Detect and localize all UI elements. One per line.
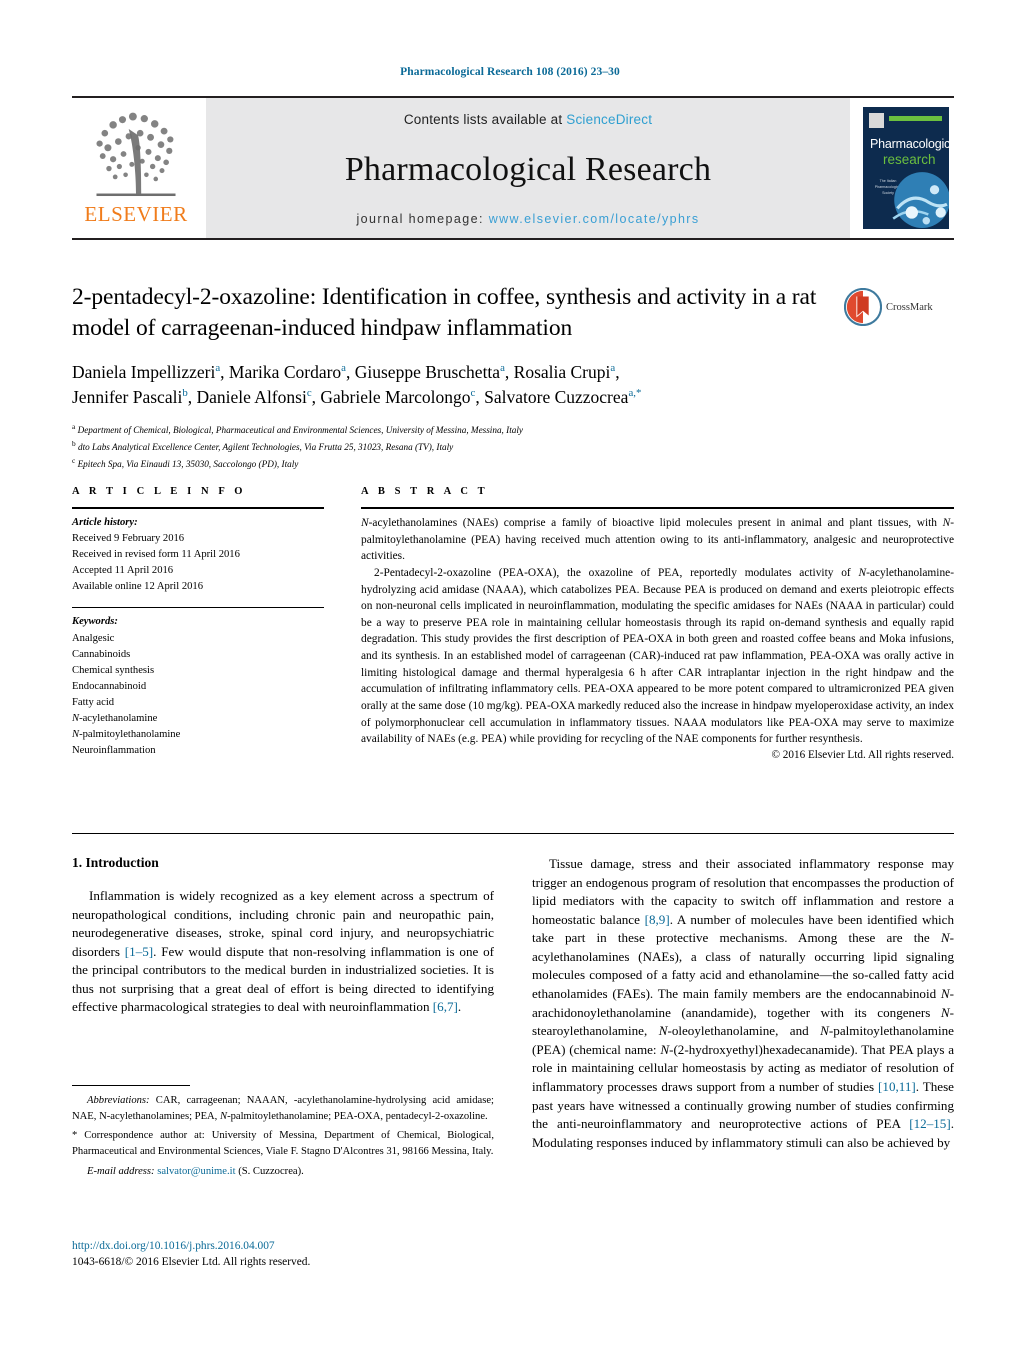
- journal-homepage-link[interactable]: www.elsevier.com/locate/yphrs: [489, 212, 700, 226]
- keyword-item: Analgesic: [72, 632, 115, 644]
- title-zone: 2-pentadecyl-2-oxazoline: Identification…: [72, 282, 954, 472]
- body-column-right: Tissue damage, stress and their associat…: [532, 855, 954, 1152]
- keyword-item: N-acylethanolamine: [72, 713, 158, 725]
- email-link[interactable]: salvator@unime.it: [157, 1166, 235, 1177]
- journal-cover-thumbnail[interactable]: Pharmacological research The Italian Pha…: [863, 107, 949, 229]
- crossmark-label: CrossMark: [886, 301, 933, 313]
- keyword-item: N-palmitoylethanolamine: [72, 729, 181, 741]
- abstract-paragraph: 2-Pentadecyl-2-oxazoline (PEA-OXA), the …: [361, 566, 954, 746]
- journal-homepage-line: journal homepage: www.elsevier.com/locat…: [356, 212, 699, 226]
- body-paragraph: Inflammation is widely recognized as a k…: [72, 888, 494, 1015]
- abstract-paragraph: N-acylethanolamines (NAEs) comprise a fa…: [361, 517, 954, 563]
- body-paragraph: Tissue damage, stress and their associat…: [532, 856, 955, 1150]
- journal-band: Contents lists available at ScienceDirec…: [206, 98, 850, 238]
- keyword-item: Fatty acid: [72, 696, 115, 708]
- abstract-body: N-acylethanolamines (NAEs) comprise a fa…: [361, 515, 954, 748]
- article-history-block: Article history: Received 9 February 201…: [72, 515, 324, 595]
- cover-title-line1: Pharmacological: [870, 137, 949, 151]
- journal-title: Pharmacological Research: [344, 150, 712, 188]
- elsevier-logo: ELSEVIER: [72, 98, 200, 238]
- article-info-column: A R T I C L E I N F O Article history: R…: [72, 486, 324, 761]
- history-item: Received in revised form 11 April 2016: [72, 549, 240, 561]
- elsevier-tree-icon: [96, 112, 176, 197]
- affiliation-list: a Department of Chemical, Biological, Ph…: [72, 421, 954, 472]
- keyword-item: Chemical synthesis: [72, 664, 155, 676]
- abstract-copyright: © 2016 Elsevier Ltd. All rights reserved…: [771, 748, 955, 761]
- running-head: Pharmacological Research 108 (2016) 23–3…: [400, 66, 620, 78]
- elsevier-wordmark: ELSEVIER: [84, 202, 188, 226]
- abstract-heading: A B S T R A C T: [361, 486, 489, 497]
- keyword-item: Endocannabinoid: [72, 680, 147, 692]
- history-item: Accepted 11 April 2016: [72, 565, 174, 577]
- contents-list-line: Contents lists available at ScienceDirec…: [404, 112, 652, 127]
- section-divider: [72, 833, 954, 834]
- keywords-rule: [72, 607, 324, 609]
- affiliation-b: b dto Labs Analytical Excellence Center,…: [72, 438, 454, 452]
- history-item: Available online 12 April 2016: [72, 581, 204, 593]
- article-info-heading: A R T I C L E I N F O: [72, 486, 247, 497]
- footer-block: http://dx.doi.org/10.1016/j.phrs.2016.04…: [72, 1238, 512, 1270]
- affiliation-c: c Epitech Spa, Via Einaudi 13, 35030, Sa…: [72, 455, 299, 469]
- keyword-item: Cannabinoids: [72, 648, 131, 660]
- footnote-email: E-mail address: salvator@unime.it (S. Cu…: [72, 1164, 494, 1180]
- homepage-prefix: journal homepage:: [356, 212, 489, 226]
- journal-masthead: ELSEVIER Contents lists available at Sci…: [72, 96, 954, 240]
- page-title: 2-pentadecyl-2-oxazoline: Identification…: [72, 284, 817, 342]
- footnote-rule: [72, 1085, 190, 1086]
- contents-prefix: Contents lists available at: [403, 112, 567, 127]
- keyword-item: Neuroinflammation: [72, 745, 156, 757]
- footnote-block: Abbreviations: CAR, carrageenan; NAAAN, …: [72, 1085, 494, 1179]
- article-info-rule: [72, 507, 324, 509]
- crossmark-badge-group[interactable]: CrossMark: [844, 288, 954, 326]
- footnote-abbreviations: Abbreviations: CAR, carrageenan; NAAAN, …: [72, 1095, 494, 1122]
- article-page: Pharmacological Research 108 (2016) 23–3…: [0, 0, 1020, 1351]
- issn-copyright-line: 1043-6618/© 2016 Elsevier Ltd. All right…: [72, 1256, 311, 1269]
- journal-cover-block: Pharmacological research The Italian Pha…: [858, 98, 954, 238]
- author-line-2: Jennifer Pascalib, Daniele Alfonsic, Gab…: [72, 387, 642, 408]
- doi-link[interactable]: http://dx.doi.org/10.1016/j.phrs.2016.04…: [72, 1238, 512, 1254]
- info-abstract-zone: A R T I C L E I N F O Article history: R…: [72, 486, 954, 761]
- author-list: Daniela Impellizzeria, Marika Cordaroa, …: [72, 360, 872, 411]
- section-heading-introduction: 1. Introduction: [72, 855, 159, 870]
- article-history-label: Article history:: [72, 517, 138, 528]
- keywords-block: Keywords: Analgesic Cannabinoids Chemica…: [72, 614, 324, 759]
- cover-green-bar: [889, 116, 942, 121]
- history-item: Received 9 February 2016: [72, 533, 185, 545]
- abstract-rule: [361, 507, 954, 509]
- abstract-column: A B S T R A C T N-acylethanolamines (NAE…: [361, 486, 954, 761]
- sciencedirect-link[interactable]: ScienceDirect: [566, 112, 652, 127]
- cover-artwork-icon: [892, 172, 949, 228]
- author-line-1: Daniela Impellizzeria, Marika Cordaroa, …: [72, 362, 620, 383]
- crossmark-icon[interactable]: [844, 288, 882, 326]
- email-label: E-mail address:: [87, 1165, 155, 1177]
- affiliation-a: a Department of Chemical, Biological, Ph…: [72, 421, 523, 435]
- footnote-correspondence: * Correspondence author at: University o…: [72, 1130, 494, 1158]
- keywords-label: Keywords:: [72, 616, 118, 628]
- cover-elsevier-logo-icon: [869, 113, 884, 128]
- cover-title-line2: research: [883, 152, 936, 167]
- email-suffix: (S. Cuzzocrea).: [238, 1165, 304, 1177]
